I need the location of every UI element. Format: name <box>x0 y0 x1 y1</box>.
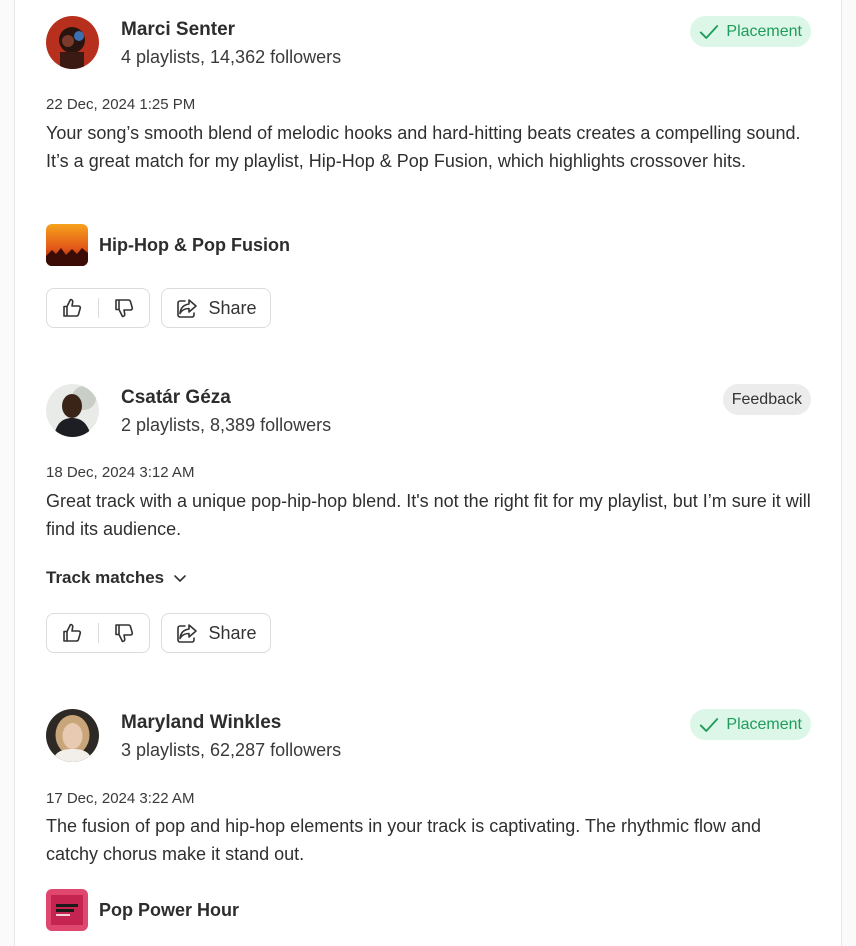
thumbs-down-icon <box>114 299 133 318</box>
review-text: Great track with a unique pop-hip-hop bl… <box>46 491 811 539</box>
track-matches-label: Track matches <box>46 568 165 587</box>
playlist-name: Pop Power Hour <box>99 899 240 920</box>
thumbs-down-button[interactable] <box>98 289 149 327</box>
thumbs-up-icon <box>63 298 82 317</box>
thumbs-up-button[interactable] <box>47 614 98 652</box>
curator-name[interactable]: Maryland Winkles <box>121 712 281 734</box>
checkmark-icon <box>700 24 719 39</box>
avatar[interactable] <box>46 16 99 69</box>
share-button[interactable]: Share <box>161 288 271 328</box>
review-date: 18 Dec, 2024 3:12 AM <box>46 464 195 481</box>
curator-name[interactable]: Marci Senter <box>121 19 235 41</box>
review-date: 17 Dec, 2024 3:22 AM <box>46 790 195 807</box>
share-label: Share <box>208 622 257 643</box>
share-icon <box>177 299 198 318</box>
status-label: Placement <box>726 715 802 733</box>
share-label: Share <box>208 297 257 318</box>
thumbs-down-button[interactable] <box>98 614 149 652</box>
thumbs-up-button[interactable] <box>47 289 98 327</box>
playlist-name: Hip-Hop & Pop Fusion <box>99 234 290 255</box>
vote-group <box>46 288 150 328</box>
status-badge: Placement <box>690 16 811 47</box>
status-label: Feedback <box>731 390 802 408</box>
avatar[interactable] <box>46 709 99 762</box>
playlist-link[interactable]: Hip-Hop & Pop Fusion <box>46 224 290 266</box>
curator-stats: 3 playlists, 62,287 followers <box>121 740 342 760</box>
review-date: 22 Dec, 2024 1:25 PM <box>46 96 196 113</box>
thumbs-down-icon <box>114 624 133 643</box>
playlist-cover <box>46 889 88 931</box>
reviews-panel: Marci Senter 4 playlists, 14,362 followe… <box>14 0 842 946</box>
status-badge: Feedback <box>722 384 811 415</box>
curator-stats: 2 playlists, 8,389 followers <box>121 415 332 435</box>
curator-name[interactable]: Csatár Géza <box>121 387 231 409</box>
review-actions: Share <box>46 288 271 328</box>
status-label: Placement <box>726 22 802 40</box>
thumbs-up-icon <box>63 623 82 642</box>
checkmark-icon <box>700 717 719 732</box>
review-actions: Share <box>46 613 271 653</box>
curator-stats: 4 playlists, 14,362 followers <box>121 47 342 67</box>
chevron-down-icon <box>174 575 186 582</box>
share-button[interactable]: Share <box>161 613 271 653</box>
playlist-cover <box>46 224 88 266</box>
track-matches-toggle[interactable]: Track matches <box>46 568 188 588</box>
review-text: The fusion of pop and hip-hop elements i… <box>46 816 762 864</box>
vote-group <box>46 613 150 653</box>
playlist-link[interactable]: Pop Power Hour <box>46 889 239 931</box>
share-icon <box>177 624 198 643</box>
avatar[interactable] <box>46 384 99 437</box>
review-text: Your song’s smooth blend of melodic hook… <box>46 123 801 171</box>
status-badge: Placement <box>690 709 811 740</box>
